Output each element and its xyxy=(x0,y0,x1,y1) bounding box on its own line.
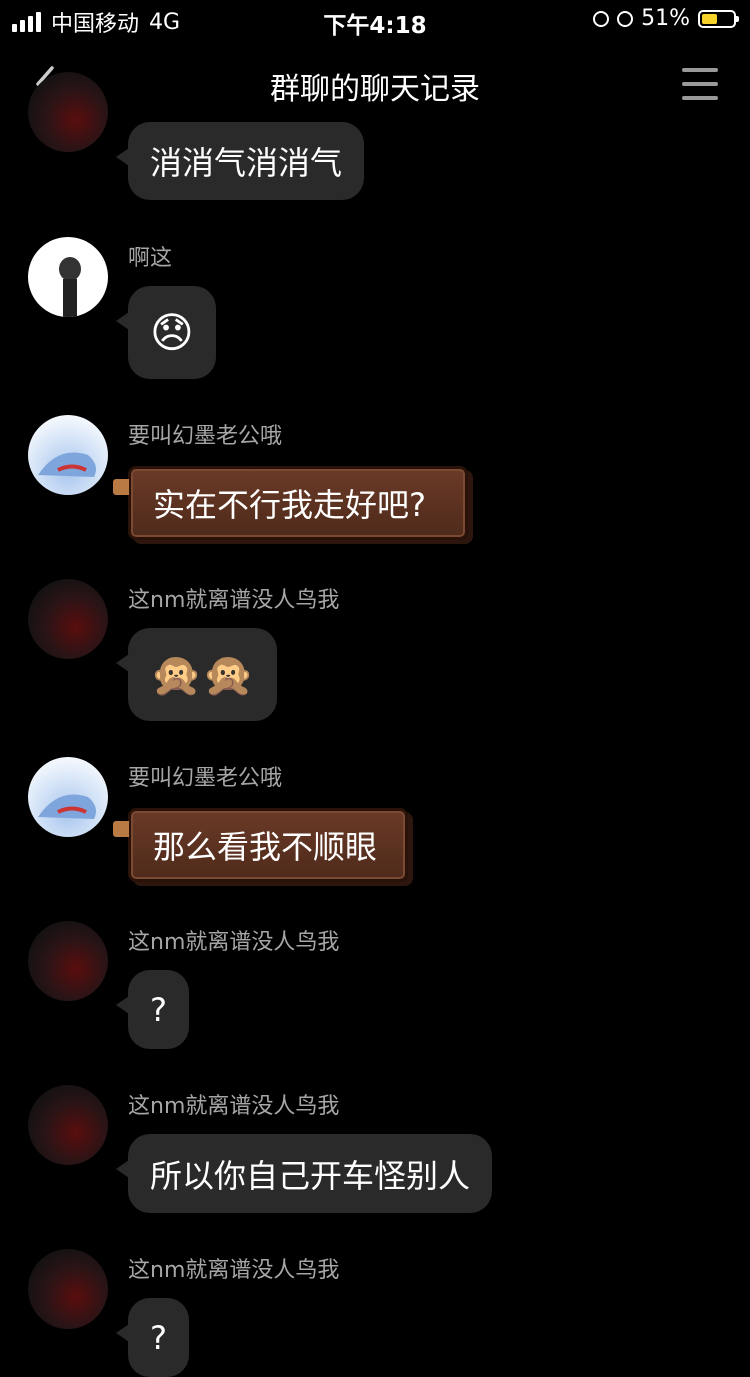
sender-name: 要叫幻墨老公哦 xyxy=(128,766,283,791)
battery-percent: 51% xyxy=(641,6,690,31)
sender-name: 要叫幻墨老公哦 xyxy=(128,424,283,449)
avatar[interactable] xyxy=(28,237,108,317)
message-bubble[interactable]: ? xyxy=(116,1298,189,1377)
orientation-lock-icon xyxy=(593,10,610,27)
message-text: 所以你自己开车怪别人 xyxy=(150,1156,471,1195)
message-bubble[interactable]: 😞 xyxy=(116,286,216,379)
avatar[interactable] xyxy=(28,415,108,495)
message-bubble[interactable]: 所以你自己开车怪别人 xyxy=(115,1134,493,1213)
nav-bar: 群聊的聊天记录 xyxy=(0,44,750,124)
message-text: ? xyxy=(150,990,167,1029)
avatar[interactable] xyxy=(28,1085,108,1165)
avatar[interactable] xyxy=(28,757,108,837)
sender-name: 这nm就离谱没人鸟我 xyxy=(128,930,340,955)
message-text: 那么看我不顺眼 xyxy=(153,828,378,866)
sender-name: 啊这 xyxy=(128,246,173,271)
status-bar: 中国移动 4G 下午4:18 51% xyxy=(0,0,750,40)
avatar[interactable] xyxy=(28,579,108,659)
avatar[interactable] xyxy=(28,1249,108,1329)
battery-icon xyxy=(698,9,739,28)
message-text: ? xyxy=(150,1318,167,1357)
message-text: 消消气消消气 xyxy=(150,144,343,182)
menu-button[interactable] xyxy=(682,68,718,100)
shark-avatar-icon xyxy=(38,794,96,819)
avatar-figure xyxy=(59,257,81,317)
sender-name: 这nm就离谱没人鸟我 xyxy=(128,1094,340,1119)
message-bubble[interactable]: 实在不行我走好吧? xyxy=(113,466,468,540)
avatar[interactable] xyxy=(28,921,108,1001)
message-bubble[interactable]: 那么看我不顺眼 xyxy=(113,808,408,882)
page-title: 群聊的聊天记录 xyxy=(270,72,480,107)
covering-mouth-emoji: 🙊🙊 xyxy=(150,649,255,699)
shark-avatar-icon xyxy=(38,452,96,477)
message-bubble[interactable]: 🙊🙊 xyxy=(116,628,277,721)
sender-name: 这nm就离谱没人鸟我 xyxy=(128,588,340,613)
sad-face-emoji: 😞 xyxy=(150,307,194,357)
alarm-icon xyxy=(617,10,634,27)
message-bubble[interactable]: 消消气消消气 xyxy=(115,122,365,200)
hamburger-menu-icon xyxy=(682,68,718,72)
message-text: 实在不行我走好吧? xyxy=(153,486,426,524)
sender-name: 这nm就离谱没人鸟我 xyxy=(128,1258,340,1283)
avatar[interactable] xyxy=(28,72,108,152)
message-bubble[interactable]: ? xyxy=(116,970,189,1049)
